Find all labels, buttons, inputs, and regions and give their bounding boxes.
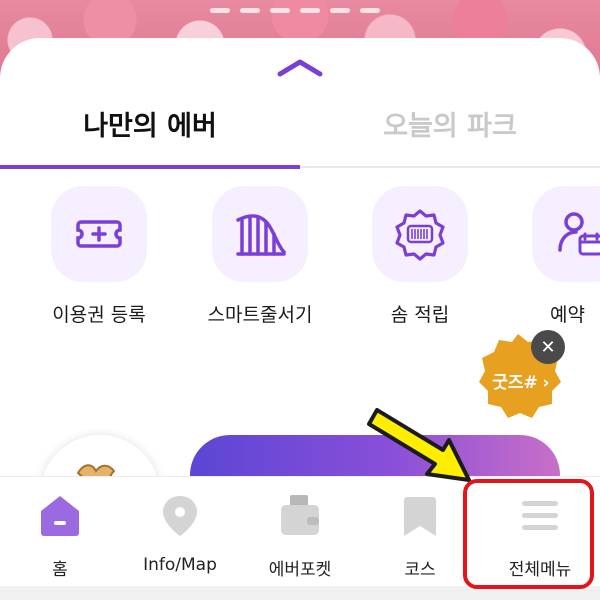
bookmark-icon [404,497,436,536]
arrow-pointer-icon [367,408,471,482]
nav-label: 코스 [404,560,436,580]
tab-active-indicator [0,165,300,169]
nav-label: 에버포켓 [268,560,332,580]
barcode-badge-icon [372,186,468,282]
tab-my-ever[interactable]: 나만의 에버 [0,100,300,160]
quick-menu-label: 예약 [550,304,585,326]
ticket-plus-icon [51,186,147,282]
tab-bar: 나만의 에버 오늘의 파크 [0,100,600,172]
nav-home[interactable]: 홈 [0,477,120,587]
quick-menu-label: 이용권 등록 [52,304,146,326]
map-pin-icon [163,496,197,536]
quick-menu-label: 솜 적립 [390,304,450,326]
quick-menu-smart-queue[interactable]: 스마트줄서기 [180,186,340,327]
quick-menu-ticket-register[interactable]: 이용권 등록 [19,186,179,327]
person-calendar-icon [532,186,600,282]
wallet-icon [281,495,319,535]
home-icon [41,496,79,536]
roller-coaster-icon [212,186,308,282]
nav-label: 홈 [52,560,68,580]
nav-ever-pocket[interactable]: 에버포켓 [240,477,360,587]
tab-today-park[interactable]: 오늘의 파크 [300,100,600,160]
nav-info-map[interactable]: Info/Map [120,477,240,587]
nav-label: Info/Map [143,555,217,575]
carousel-dots [210,8,380,13]
highlight-box [463,479,594,589]
nav-course[interactable]: 코스 [360,477,480,587]
goods-badge-label: 굿즈# [492,373,538,393]
quick-menu-reservation[interactable]: 예약 [500,186,600,327]
close-icon[interactable]: ✕ [531,330,565,364]
quick-menu-som-earn[interactable]: 솜 적립 [340,186,500,327]
quick-menu-label: 스마트줄서기 [207,304,313,326]
chevron-up-icon[interactable] [275,56,325,78]
chevron-right-icon: › [542,373,549,393]
